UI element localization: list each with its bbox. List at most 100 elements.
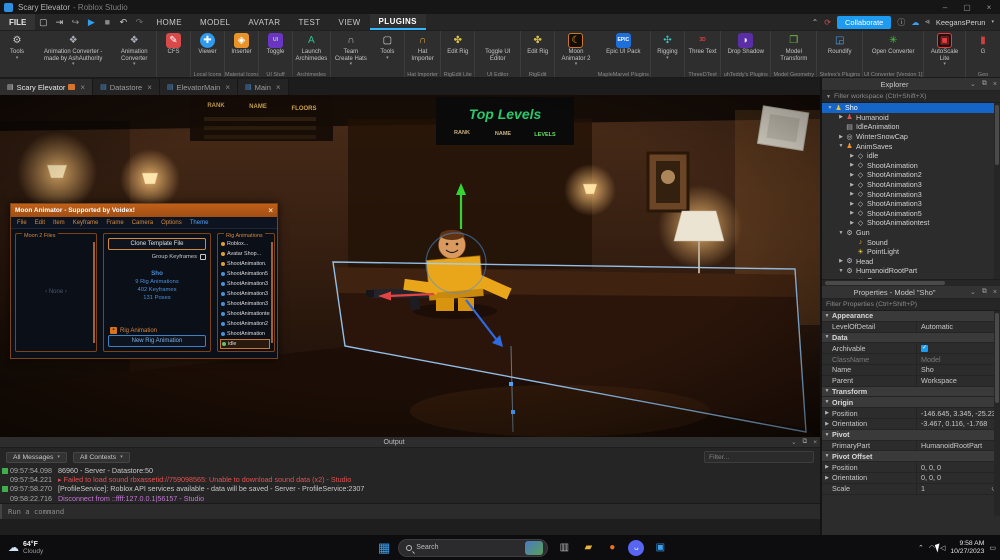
expand-right-icon[interactable]: ▶ — [848, 201, 856, 207]
prop-row-parent[interactable]: Parent Workspace — [822, 375, 1000, 387]
redo-icon[interactable]: ↷ — [131, 17, 147, 28]
expand-right-icon[interactable]: ▶ — [848, 210, 856, 216]
ribbon-tab-model[interactable]: MODEL — [191, 14, 239, 30]
tree-item-wintersnowcap[interactable]: ▶ ◎ WinterSnowCap — [822, 132, 1000, 142]
explorer-filter-input[interactable]: ▼ Filter workspace (Ctrl+Shift+X) — [822, 91, 1000, 103]
properties-filter-input[interactable]: Filter Properties (Ctrl+Shift+P) — [822, 299, 1000, 311]
expand-right-icon[interactable]: ▶ — [822, 410, 832, 416]
expand-right-icon[interactable]: ▶ — [822, 475, 832, 481]
prop-section-pivot[interactable]: ▼ Pivot — [822, 429, 1000, 441]
plugin-animation-converter-made-by-ashauthority[interactable]: ❖ Animation Converter - made by AshAuthor… — [34, 31, 112, 77]
hidden-icons-chevron[interactable]: ⌃ — [918, 544, 924, 552]
plugin-cfs[interactable]: ✎ CFS — [157, 31, 191, 77]
prop-value[interactable]: ✓ — [917, 344, 1000, 352]
3d-viewport[interactable]: RANK NAME FLOORS Top Levels RANK NAME LE… — [0, 95, 820, 437]
tree-item-sho[interactable]: ▼ ♟ Sho — [822, 103, 1000, 113]
weather-widget[interactable]: ☁ 64°F Cloudy — [0, 541, 170, 555]
prop-row-position[interactable]: ▶ Position -146.645, 3.345, -25.232 — [822, 408, 1000, 419]
start-button[interactable]: ▦ — [378, 540, 390, 556]
file-explorer-icon[interactable]: ▰ — [580, 540, 596, 556]
plugin-viewer[interactable]: ✚ Viewer Local Icons — [191, 31, 225, 77]
tree-item-shootanimationtest[interactable]: ▶ ◇ ShootAnimationtest — [822, 218, 1000, 228]
tree-item-head[interactable]: ▶ ⚙ Head — [822, 257, 1000, 267]
tree-item-shootanimation3[interactable]: ▶ ◇ ShootAnimation3 — [822, 189, 1000, 199]
prop-value[interactable]: Sho — [917, 365, 1000, 374]
prop-section-transform[interactable]: ▼ Transform — [822, 386, 1000, 398]
expand-right-icon[interactable]: ▶ — [837, 258, 845, 264]
message-filter-dropdown[interactable]: All Messages ▾ — [6, 451, 67, 463]
explorer-vscrollbar[interactable] — [994, 103, 1000, 279]
moon-menu-theme[interactable]: Theme — [187, 220, 212, 226]
task-view-icon[interactable]: ▥ — [556, 540, 572, 556]
ribbon-tab-home[interactable]: HOME — [147, 14, 191, 30]
moon-menu-item[interactable]: Item — [50, 220, 68, 226]
stop-icon[interactable]: ■ — [99, 17, 115, 27]
tab-elevatormain[interactable]: ▤ ElevatorMain × — [159, 79, 238, 95]
taskbar-search[interactable]: Search — [398, 538, 549, 557]
clone-template-button[interactable]: Clone Template File — [108, 238, 206, 250]
tree-item-idle[interactable]: ▶ ◇ idle — [822, 151, 1000, 161]
prop-value[interactable]: -146.645, 3.345, -25.232 — [917, 409, 1000, 418]
tree-item-shootanimation5[interactable]: ▶ ◇ ShootAnimation5 — [822, 209, 1000, 219]
tree-item-sound[interactable]: ♪ Sound — [822, 237, 1000, 247]
plugin-edit-rig[interactable]: ✤ Edit Rig RigEdit — [521, 31, 556, 77]
moon-menu-edit[interactable]: Edit — [32, 220, 48, 226]
plugin-tools[interactable]: ▢ Tools ▾ — [371, 31, 405, 77]
collapse-ribbon-icon[interactable]: ⌃ — [812, 18, 819, 27]
expand-right-icon[interactable]: ▶ — [848, 153, 856, 159]
moon-menu-keyframe[interactable]: Keyframe — [70, 220, 102, 226]
publish-icon[interactable]: ↪ — [67, 17, 83, 28]
tab-datastore[interactable]: ▤ Datastore × — [93, 79, 160, 95]
firefox-icon[interactable]: ● — [604, 540, 620, 556]
plugin-hat-importer[interactable]: ∩ Hat Importer Hat Importer — [405, 31, 442, 77]
prop-section-pivot-offset[interactable]: ▼ Pivot Offset — [822, 451, 1000, 463]
play-icon[interactable]: ▶ — [83, 17, 99, 28]
new-rig-animation-button[interactable]: New Rig Animation — [108, 335, 206, 347]
tree-item-shootanimation3[interactable]: ▶ ◇ ShootAnimation3 — [822, 199, 1000, 209]
prop-value[interactable]: 0, 0, 0 — [917, 463, 1000, 472]
expand-right-icon[interactable]: ▶ — [848, 162, 856, 168]
output-chevron-icon[interactable]: ⌄ — [788, 438, 799, 446]
output-close-icon[interactable]: × — [810, 439, 820, 446]
rig-animation-item[interactable]: ShootAnimation. — [220, 259, 270, 269]
prop-value[interactable]: Workspace — [917, 376, 1000, 385]
tree-item-animsaves[interactable]: ▼ ♟ AnimSaves — [822, 141, 1000, 151]
explorer-hscrollbar[interactable] — [822, 279, 1000, 286]
rig-animation-item[interactable]: idle — [220, 339, 270, 349]
rig-animation-item[interactable]: ShootAnimation — [220, 329, 270, 339]
file-menu-button[interactable]: FILE — [0, 14, 36, 30]
expand-right-icon[interactable]: ▶ — [848, 182, 856, 188]
expand-right-icon[interactable]: ▶ — [848, 172, 856, 178]
prop-value[interactable]: 0, 0, 0 — [917, 473, 1000, 482]
moon-files-scrollbar[interactable] — [93, 242, 95, 343]
tab-close-icon[interactable]: × — [147, 83, 152, 92]
sync-icon[interactable]: ⟳ — [824, 18, 831, 27]
plugin-drop-shadow[interactable]: ◗ Drop Shadow uhTeddy's Plugins — [721, 31, 772, 77]
maximize-button[interactable]: ▢ — [956, 3, 978, 12]
roblox-studio-icon[interactable]: ▣ — [652, 540, 668, 556]
tree-item-gun[interactable]: ▼ ⚙ Gun — [822, 228, 1000, 238]
moon-menu-file[interactable]: File — [14, 220, 30, 226]
user-caret-icon[interactable]: ▾ — [991, 19, 994, 25]
properties-close-icon[interactable]: × — [990, 289, 1000, 296]
plugin-open-converter[interactable]: ✳ Open Converter UI Converter [Version 1] — [863, 31, 925, 77]
tab-main[interactable]: ▤ Main × — [237, 79, 289, 95]
plugin-tools[interactable]: ⚙ Tools ▾ — [0, 31, 34, 77]
log-line[interactable]: 09:57:54.221 ▸ Failed to load sound rbxas… — [0, 475, 820, 484]
expand-right-icon[interactable]: ▶ — [822, 464, 832, 470]
rig-animation-item[interactable]: ShootAnimationtest — [220, 309, 270, 319]
plugin-team-create-hats[interactable]: ∩ Team Create Hats ▾ — [331, 31, 371, 77]
rig-animation-item[interactable]: ShootAnimation3 — [220, 279, 270, 289]
tree-item-shootanimation2[interactable]: ▶ ◇ ShootAnimation2 — [822, 170, 1000, 180]
tab-close-icon[interactable]: × — [225, 83, 230, 92]
output-filter-input[interactable]: Filter... — [704, 451, 814, 463]
moon-close-icon[interactable]: × — [268, 206, 273, 215]
prop-value[interactable]: Automatic — [917, 322, 1000, 331]
output-popout-icon[interactable]: ⧉ — [800, 438, 811, 446]
cloud-icon[interactable]: ☁ — [911, 18, 919, 27]
explorer-popout-icon[interactable]: ⧉ — [979, 80, 990, 88]
prop-value[interactable]: HumanoidRootPart — [917, 441, 1000, 450]
moon-menu-frame[interactable]: Frame — [103, 220, 126, 226]
clock[interactable]: 9:58 AM 10/27/2023 — [950, 540, 984, 556]
tab-scary-elevator[interactable]: ▤ Scary Elevator × — [0, 79, 94, 95]
